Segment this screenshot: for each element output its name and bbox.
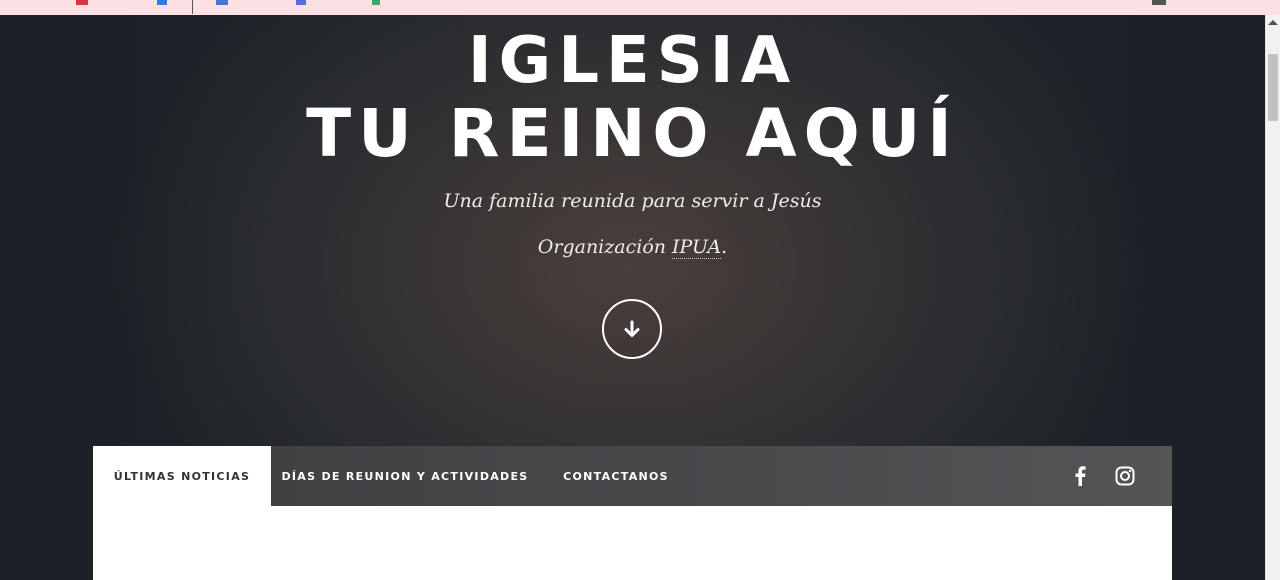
- tab-ultimas-noticias[interactable]: ÚLTIMAS NOTICIAS: [93, 446, 271, 506]
- hero-title-line-2: TU REINO AQUÍ: [306, 95, 959, 172]
- bookmark-icon[interactable]: [372, 0, 380, 5]
- organization-prefix: Organización: [537, 236, 673, 258]
- tabs-panel: ÚLTIMAS NOTICIAS DÍAS DE REUNION Y ACTIV…: [93, 446, 1172, 580]
- bookmark-icon[interactable]: [157, 0, 167, 5]
- tab-content-area: [93, 506, 1172, 580]
- tab-dias-de-reunion[interactable]: DÍAS DE REUNION Y ACTIVIDADES: [271, 446, 539, 506]
- browser-toolbar-strip: [0, 0, 1280, 16]
- bookmark-icon[interactable]: [76, 0, 88, 5]
- hero-organization-line: Organización IPUA.: [0, 236, 1265, 259]
- bookmark-divider: [192, 0, 193, 14]
- tab-contactanos[interactable]: CONTACTANOS: [539, 446, 693, 506]
- bookmark-icon[interactable]: [296, 0, 306, 5]
- scrollbar-thumb[interactable]: [1268, 54, 1278, 121]
- instagram-link[interactable]: [1113, 464, 1137, 488]
- profile-icon[interactable]: [1152, 0, 1166, 5]
- tab-bar: ÚLTIMAS NOTICIAS DÍAS DE REUNION Y ACTIV…: [93, 446, 1172, 506]
- arrow-down-icon: [624, 320, 640, 337]
- bookmark-icon[interactable]: [216, 0, 228, 5]
- facebook-link[interactable]: [1068, 464, 1092, 488]
- instagram-icon: [1115, 466, 1135, 486]
- facebook-icon: [1075, 466, 1086, 486]
- organization-suffix: .: [721, 236, 728, 258]
- scroll-up-arrow-icon[interactable]: [1268, 20, 1278, 25]
- scroll-down-button[interactable]: [602, 299, 662, 359]
- organization-abbreviation[interactable]: IPUA: [672, 236, 722, 259]
- hero-tagline: Una familia reunida para servir a Jesús: [443, 190, 822, 212]
